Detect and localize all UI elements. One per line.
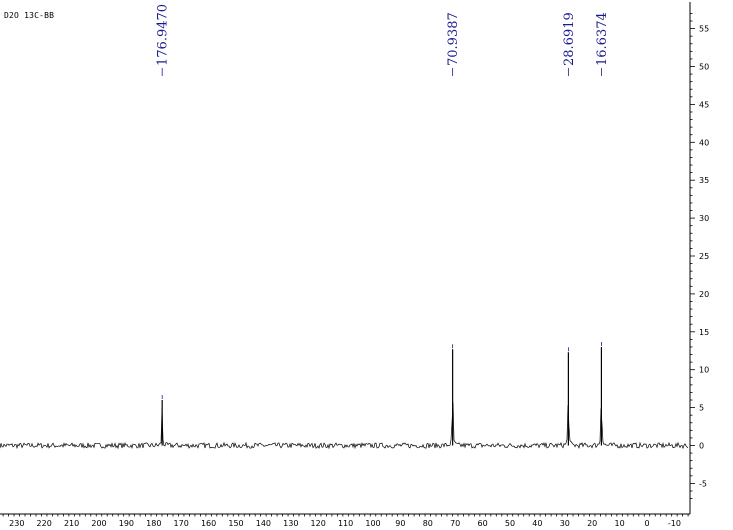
peak-label: 70.9387 [446,12,461,66]
nmr-spectrum-chart: 230 220 210 200 190 180 170 160 150 140 130 120 110 1… [0,2,709,528]
x-tick-label: 100 [365,519,380,528]
peak-label: 176.9470 [156,4,171,66]
x-tick-label: 10 [615,519,625,528]
x-tick-label: 40 [532,519,542,528]
y-tick-label: -5 [699,479,707,488]
y-tick-label: 50 [699,63,709,72]
x-tick-label: 70 [450,519,460,528]
x-tick-label: 0 [644,519,649,528]
x-tick-label: 30 [560,519,570,528]
x-tick-label: 220 [37,519,52,528]
y-tick-label: 35 [699,176,709,185]
y-tick-label: 5 [699,404,704,413]
y-tick-label: 25 [699,252,709,261]
y-tick-label: 40 [699,138,709,147]
x-tick-label: 20 [587,519,597,528]
x-tick-label: 90 [395,519,405,528]
x-tick-label: 230 [9,519,24,528]
x-tick-label: 210 [64,519,79,528]
x-tick-label: 180 [146,519,161,528]
peak-label: 16.6374 [595,12,610,66]
spectrum-trace [0,402,689,450]
x-tick-label: 200 [91,519,106,528]
x-tick-label: 190 [119,519,134,528]
x-tick-label: 120 [311,519,326,528]
x-tick-label: 80 [423,519,433,528]
x-tick-label: 140 [256,519,271,528]
x-tick-label: 130 [283,519,298,528]
x-tick-label: -10 [668,519,681,528]
x-tick-label: 110 [338,519,353,528]
x-tick-label: 150 [228,519,243,528]
x-tick-label: 170 [174,519,189,528]
x-tick-label: 50 [505,519,515,528]
x-tick-label: 160 [201,519,216,528]
y-tick-label: 20 [699,290,709,299]
y-tick-label: 30 [699,214,709,223]
peak-label: 28.6919 [562,12,577,66]
y-tick-label: 15 [699,328,709,337]
y-tick-label: 45 [699,100,709,109]
y-tick-label: 10 [699,366,709,375]
y-tick-label: 55 [699,25,709,34]
y-tick-label: 0 [699,442,704,451]
x-tick-label: 60 [478,519,488,528]
